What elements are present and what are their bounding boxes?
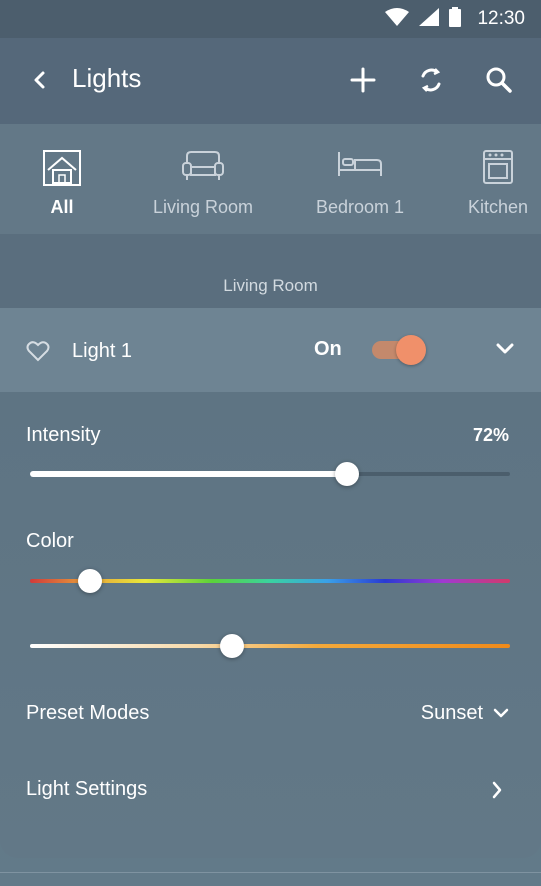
power-toggle[interactable] bbox=[372, 335, 426, 365]
room-category-tabs: All Living Room Bedroom 1 Kitchen bbox=[0, 124, 541, 234]
search-button[interactable] bbox=[485, 66, 513, 94]
preset-mode-value: Sunset bbox=[420, 702, 483, 724]
light-name: Light 1 bbox=[72, 340, 133, 362]
sofa-icon bbox=[181, 150, 225, 187]
status-icons bbox=[385, 6, 461, 32]
category-label: Living Room bbox=[152, 197, 254, 217]
light-controls-panel: Intensity 72% Color Preset Modes Sunset … bbox=[0, 392, 541, 858]
divider bbox=[0, 872, 541, 873]
appbar-actions bbox=[349, 66, 513, 94]
plus-icon bbox=[350, 67, 376, 93]
hue-track bbox=[30, 579, 510, 583]
section-title: Living Room bbox=[223, 276, 318, 295]
category-all[interactable]: All bbox=[20, 124, 104, 234]
category-label: All bbox=[50, 197, 74, 217]
slider-thumb[interactable] bbox=[220, 634, 244, 658]
section-header: Living Room bbox=[0, 234, 541, 308]
search-icon bbox=[486, 67, 512, 93]
status-bar: 12:30 bbox=[0, 0, 541, 38]
slider-fill bbox=[30, 471, 347, 477]
chevron-left-icon bbox=[34, 71, 45, 89]
bed-icon bbox=[337, 150, 383, 183]
wifi-icon bbox=[385, 7, 409, 31]
preset-mode-select[interactable]: Sunset bbox=[421, 702, 509, 725]
refresh-icon bbox=[421, 68, 441, 92]
status-time: 12:30 bbox=[477, 8, 525, 29]
chevron-down-icon bbox=[493, 702, 509, 725]
temperature-track bbox=[30, 644, 510, 648]
signal-icon bbox=[419, 7, 439, 31]
category-bedroom-1[interactable]: Bedroom 1 bbox=[310, 124, 410, 234]
category-label: Kitchen bbox=[467, 197, 529, 217]
category-kitchen[interactable]: Kitchen bbox=[462, 124, 534, 234]
chevron-down-icon[interactable] bbox=[496, 342, 514, 361]
favorite-heart-icon[interactable] bbox=[26, 340, 50, 367]
intensity-label: Intensity bbox=[26, 424, 101, 446]
category-label: Bedroom 1 bbox=[315, 197, 405, 217]
color-temperature-slider[interactable] bbox=[30, 631, 510, 661]
light-row[interactable]: Light 1 On bbox=[0, 308, 541, 392]
light-settings-row[interactable]: Light Settings bbox=[0, 762, 541, 818]
light-state-label: On bbox=[314, 338, 342, 360]
add-button[interactable] bbox=[349, 66, 377, 94]
intensity-slider[interactable] bbox=[30, 459, 510, 489]
house-icon bbox=[43, 150, 81, 191]
slider-thumb[interactable] bbox=[335, 462, 359, 486]
color-hue-slider[interactable] bbox=[30, 566, 510, 596]
back-button[interactable] bbox=[28, 68, 52, 92]
page-title: Lights bbox=[72, 63, 142, 93]
category-living-room[interactable]: Living Room bbox=[148, 124, 258, 234]
battery-icon bbox=[449, 6, 461, 32]
toggle-thumb bbox=[396, 335, 426, 365]
intensity-value: 72% bbox=[472, 425, 509, 445]
app-bar: Lights bbox=[0, 38, 541, 124]
chevron-right-icon bbox=[491, 781, 503, 804]
preset-modes-label: Preset Modes bbox=[26, 702, 150, 724]
light-settings-label: Light Settings bbox=[26, 778, 148, 800]
oven-icon bbox=[483, 150, 513, 189]
color-label: Color bbox=[26, 530, 74, 552]
app-frame: 12:30 Lights All Living Room Bedroom 1 K… bbox=[0, 0, 541, 886]
slider-thumb[interactable] bbox=[78, 569, 102, 593]
sync-button[interactable] bbox=[417, 66, 445, 94]
